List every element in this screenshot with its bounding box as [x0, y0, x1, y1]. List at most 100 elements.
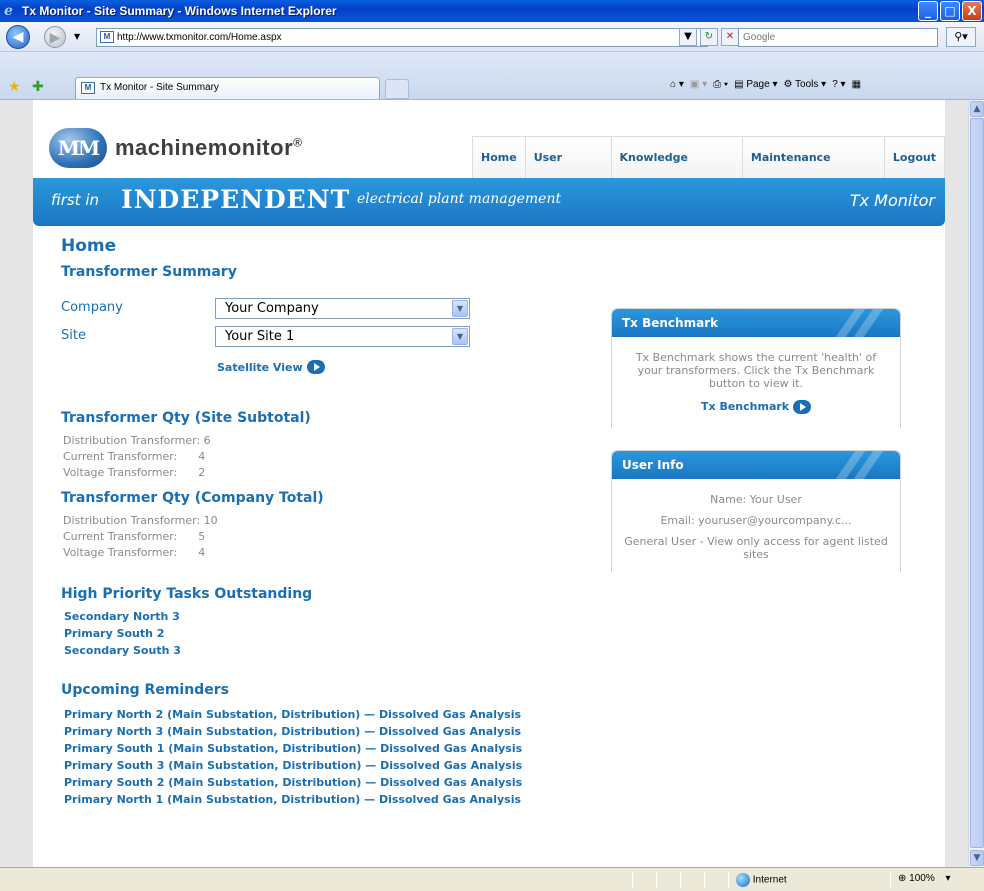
address-dropdown-icon[interactable]: ▼: [679, 28, 697, 46]
benchmark-description: Tx Benchmark shows the current 'health' …: [635, 351, 877, 390]
site-current-count: Current Transformer: 4: [63, 450, 206, 463]
status-divider: [632, 872, 633, 888]
company-select[interactable]: Your Company ▼: [215, 298, 470, 319]
menu-logout[interactable]: Logout: [883, 136, 945, 178]
page-menu-label: Page: [746, 79, 770, 90]
history-dropdown-icon[interactable]: ▼: [74, 32, 80, 41]
title-bar: e Tx Monitor - Site Summary - Windows In…: [0, 0, 984, 22]
company-total-heading: Transformer Qty (Company Total): [61, 490, 324, 506]
user-name: Name: Your User: [710, 493, 802, 506]
status-bar: Internet ⊕ 100% ▾: [0, 867, 984, 891]
logo-mark: MM: [49, 128, 107, 168]
company-select-value: Your Company: [225, 301, 319, 316]
tools-menu-label: Tools: [795, 79, 819, 90]
site-select[interactable]: Your Site 1 ▼: [215, 326, 470, 347]
reminder-link[interactable]: Primary North 1 (Main Substation, Distri…: [64, 793, 521, 806]
maximize-button[interactable]: □: [940, 1, 960, 21]
tagline-rest: electrical plant management: [357, 191, 562, 207]
site-voltage-count: Voltage Transformer: 2: [63, 466, 206, 479]
tasks-heading: High Priority Tasks Outstanding: [61, 586, 313, 602]
stop-icon[interactable]: ✕: [721, 28, 739, 46]
logo[interactable]: MM machinemonitor®: [49, 128, 302, 168]
home-icon[interactable]: ⌂ ▾: [670, 79, 684, 90]
chevron-down-icon[interactable]: ▼: [452, 328, 468, 345]
research-icon[interactable]: ▦: [852, 79, 861, 90]
status-divider: [704, 872, 705, 888]
main-menu: Home User Profile Knowledge Monitor Main…: [472, 136, 945, 206]
play-arrow-icon: [306, 360, 325, 374]
site-distribution-count: Distribution Transformer: 6: [63, 434, 211, 447]
menu-maintenance-monitor[interactable]: Maintenance Monitor: [741, 136, 885, 206]
reminder-link[interactable]: Primary North 2 (Main Substation, Distri…: [64, 708, 521, 721]
transformer-summary-heading: Transformer Summary: [61, 264, 237, 280]
benchmark-panel-header: Tx Benchmark: [612, 309, 900, 337]
refresh-icon[interactable]: ↻: [700, 28, 718, 46]
company-distribution-count: Distribution Transformer: 10: [63, 514, 218, 527]
tagline-banner: first in INDEPENDENT electrical plant ma…: [33, 178, 945, 226]
reminders-heading: Upcoming Reminders: [61, 682, 229, 698]
scroll-up-icon[interactable]: ▲: [970, 101, 984, 117]
vertical-scrollbar[interactable]: ▲ ▼: [968, 100, 984, 867]
reminder-link[interactable]: Primary South 1 (Main Substation, Distri…: [64, 742, 522, 755]
help-icon[interactable]: ? ▾: [832, 79, 845, 90]
reminder-link[interactable]: Primary North 3 (Main Substation, Distri…: [64, 725, 521, 738]
user-info-title: User Info: [622, 458, 684, 472]
user-email: Email: youruser@yourcompany.c...: [660, 514, 852, 527]
security-zone: Internet: [736, 873, 787, 887]
forward-button[interactable]: ▶: [44, 26, 66, 48]
globe-icon: [736, 873, 750, 887]
close-button[interactable]: X: [962, 1, 982, 21]
task-link[interactable]: Secondary North 3: [64, 610, 180, 623]
address-bar: ◀ ▶ ▼ M http://www.txmonitor.com/Home.as…: [0, 22, 984, 52]
benchmark-button[interactable]: Tx Benchmark: [612, 400, 900, 414]
user-role: General User - View only access for agen…: [624, 535, 888, 561]
tools-menu[interactable]: ⚙ Tools ▾: [783, 79, 826, 90]
search-input[interactable]: Google: [738, 28, 938, 47]
ie-icon: e: [4, 3, 13, 19]
chevron-down-icon[interactable]: ▾: [946, 873, 951, 884]
minimize-button[interactable]: _: [918, 1, 938, 21]
back-button[interactable]: ◀: [6, 25, 30, 49]
menu-home[interactable]: Home: [472, 136, 526, 178]
browser-tab[interactable]: M Tx Monitor - Site Summary: [75, 77, 380, 99]
new-tab-button[interactable]: [385, 79, 409, 99]
favorites-star-icon[interactable]: ★: [8, 79, 21, 95]
zoom-icon: ⊕: [898, 873, 907, 884]
feeds-icon[interactable]: ▣ ▾: [690, 79, 707, 90]
window-title: Tx Monitor - Site Summary - Windows Inte…: [22, 4, 337, 18]
product-name: Tx Monitor: [849, 191, 935, 210]
address-input[interactable]: M http://www.txmonitor.com/Home.aspx: [96, 28, 708, 47]
task-link[interactable]: Secondary South 3: [64, 644, 181, 657]
status-divider: [728, 872, 729, 888]
page-menu[interactable]: ▤ Page ▾: [734, 79, 777, 90]
company-voltage-count: Voltage Transformer: 4: [63, 546, 206, 559]
scroll-thumb[interactable]: [970, 118, 984, 848]
tab-label: Tx Monitor - Site Summary: [100, 82, 219, 93]
zone-label: Internet: [752, 874, 787, 886]
print-icon[interactable]: ⎙ ▾: [713, 79, 728, 90]
tab-favicon: M: [81, 82, 95, 94]
task-link[interactable]: Primary South 2: [64, 627, 164, 640]
reminder-link[interactable]: Primary South 2 (Main Substation, Distri…: [64, 776, 522, 789]
menu-user-profile[interactable]: User Profile: [524, 136, 612, 206]
zoom-level: 100%: [909, 873, 935, 884]
site-select-value: Your Site 1: [225, 329, 295, 344]
url-text: http://www.txmonitor.com/Home.aspx: [117, 32, 282, 43]
chevron-down-icon[interactable]: ▼: [452, 300, 468, 317]
menu-knowledge-monitor[interactable]: Knowledge Monitor: [610, 136, 743, 206]
satellite-view-link[interactable]: Satellite View: [217, 360, 325, 374]
search-icon[interactable]: ⚲▾: [946, 27, 976, 47]
tab-bar: ★ ✚ M Tx Monitor - Site Summary ⌂ ▾ ▣ ▾ …: [0, 52, 984, 100]
tagline-first: first in: [51, 191, 99, 209]
zoom-control[interactable]: ⊕ 100% ▾: [898, 873, 951, 884]
site-favicon: M: [100, 31, 114, 43]
brand-text: machinemonitor: [115, 135, 294, 160]
status-divider: [890, 872, 891, 888]
benchmark-panel: Tx Benchmark Tx Benchmark shows the curr…: [611, 308, 901, 428]
content-viewport: MM machinemonitor® Home User Profile Kno…: [0, 100, 968, 867]
site-subtotal-heading: Transformer Qty (Site Subtotal): [61, 410, 311, 426]
add-favorites-icon[interactable]: ✚: [32, 79, 44, 95]
reminder-link[interactable]: Primary South 3 (Main Substation, Distri…: [64, 759, 522, 772]
scroll-down-icon[interactable]: ▼: [970, 850, 984, 866]
brand-name: machinemonitor®: [115, 135, 302, 161]
